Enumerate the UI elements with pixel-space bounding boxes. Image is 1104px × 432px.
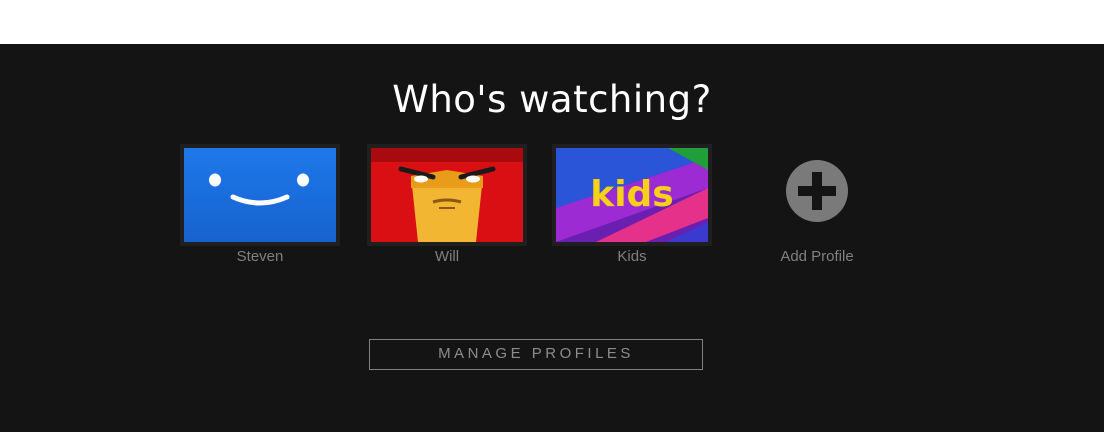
profile-name: Will — [434, 248, 460, 265]
plus-circle-icon — [786, 160, 848, 222]
profile-steven[interactable]: Steven — [180, 144, 340, 274]
add-profile[interactable]: Add Profile — [737, 144, 897, 274]
angry-face-icon — [371, 148, 523, 242]
avatar[interactable]: kids — [552, 144, 712, 246]
profile-will[interactable]: Will — [367, 144, 527, 274]
kids-logo-text: kids — [590, 174, 673, 215]
avatar[interactable] — [180, 144, 340, 246]
avatar[interactable] — [367, 144, 527, 246]
smiley-face-icon — [184, 148, 336, 242]
manage-profiles-button[interactable]: MANAGE PROFILES — [369, 339, 703, 370]
profile-kids[interactable]: kids Kids — [552, 144, 712, 274]
profile-name: Steven — [236, 248, 284, 265]
page-title: Who's watching? — [392, 78, 712, 121]
add-profile-label: Add Profile — [780, 248, 854, 265]
profile-name: Kids — [617, 248, 647, 265]
kids-logo-icon: kids — [556, 148, 708, 242]
add-profile-tile[interactable] — [737, 159, 897, 229]
profile-selection-screen: Who's watching? Steven Will kids Kids Ad… — [0, 44, 1104, 432]
